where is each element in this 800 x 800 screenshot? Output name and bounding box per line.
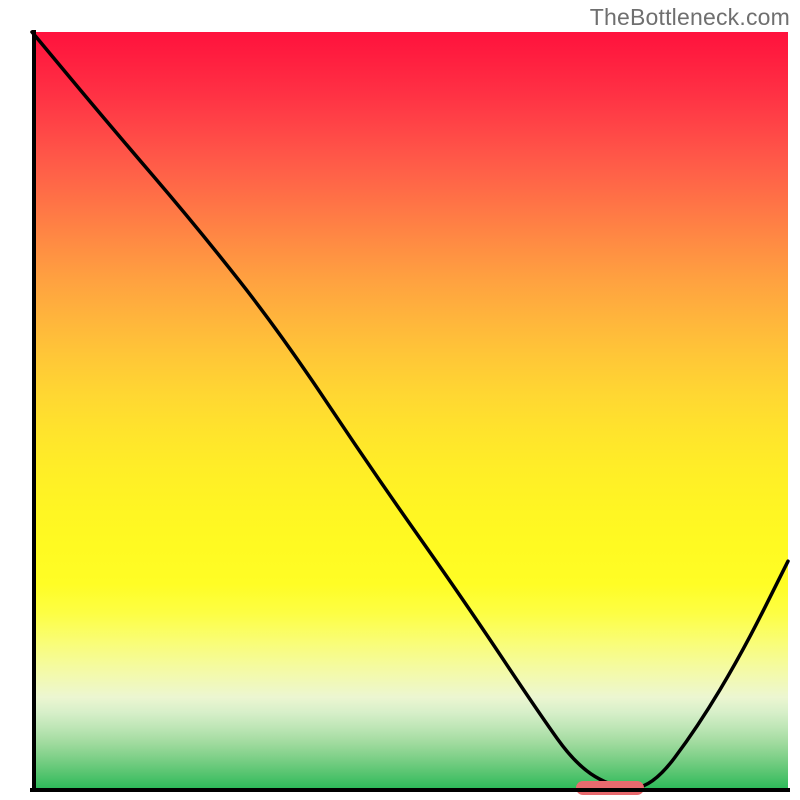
bottleneck-curve	[32, 32, 788, 788]
x-axis	[30, 788, 790, 792]
watermark-text: TheBottleneck.com	[590, 4, 790, 31]
y-axis	[32, 30, 36, 790]
chart-container: TheBottleneck.com	[0, 0, 800, 800]
